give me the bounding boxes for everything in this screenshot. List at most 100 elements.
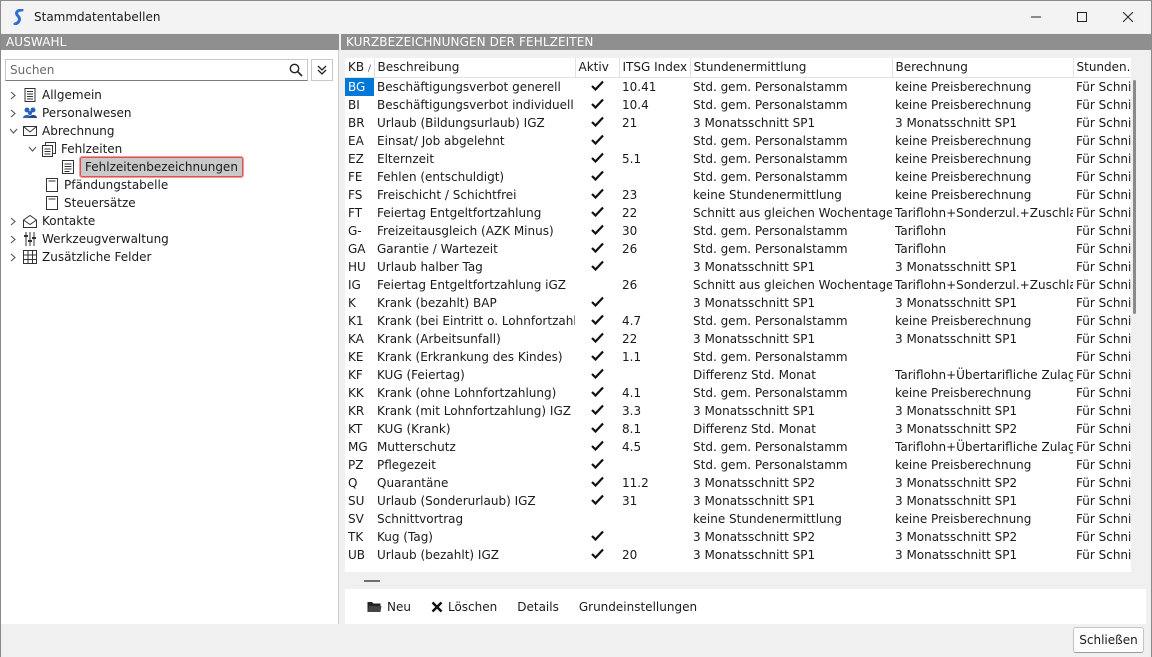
delete-button[interactable]: Löschen [431,596,497,618]
tree-item-personalwesen[interactable]: Personalwesen [7,104,131,122]
table-row[interactable]: K Krank (bezahlt) BAP 3 Monatsschnitt SP1 3… [345,294,1131,312]
cell-kb: UB [348,547,366,562]
chevron-down-icon[interactable] [26,140,38,158]
cell-stunden: Für Schnitt [1076,97,1131,112]
table-row[interactable]: FS Freischicht / Schichtfrei 23 keine Stund… [345,186,1131,204]
cell-berechnung: 3 Monatsschnitt SP1 [895,259,1018,274]
checkmark-icon [575,186,619,204]
cell-kb: IG [348,277,361,292]
tree-item-fehlzeitenbezeichnungen[interactable]: Fehlzeitenbezeichnungen [45,156,244,178]
column-header-aktiv[interactable]: Aktiv [575,58,620,78]
table-row[interactable]: KA Krank (Arbeitsunfall) 22 3 Monatsschnitt… [345,330,1131,348]
tree-item-allgemein[interactable]: Allgemein [7,86,102,104]
details-button[interactable]: Details [517,596,559,618]
table-row[interactable]: IG Feiertag Entgeltfortzahlung iGZ 26 Schni… [345,276,1131,294]
search-options-button[interactable] [311,59,333,81]
chevron-right-icon[interactable] [7,212,19,230]
checkmark-icon [575,330,619,348]
table-row[interactable]: KE Krank (Erkrankung des Kindes) 1.1 Std. g… [345,348,1131,366]
table-row[interactable]: KK Krank (ohne Lohnfortzahlung) 4.1 Std. ge… [345,384,1131,402]
cell-beschreibung: Einsat/ Job abgelehnt [377,133,505,148]
vertical-scrollbar[interactable] [1133,80,1136,314]
tree-label: Kontakte [42,214,96,228]
table-row[interactable]: UB Urlaub (bezahlt) IGZ 20 3 Monatsschnitt … [345,546,1131,564]
cell-itsg-index [619,510,690,528]
close-window-button[interactable] [1105,1,1151,33]
chevron-right-icon[interactable] [7,230,19,248]
table-row[interactable]: KF KUG (Feiertag) Differenz Std. Monat Tari… [345,366,1131,384]
cell-beschreibung: Pflegezeit [377,457,436,472]
tree-label: Zusätzliche Felder [42,250,152,264]
search-icon[interactable] [287,61,305,79]
table-row[interactable]: SV Schnittvortrag keine Stundenermittlung k… [345,510,1131,528]
chevron-right-icon[interactable] [7,86,19,104]
cell-berechnung: 3 Monatsschnitt SP1 [895,547,1018,562]
table-row[interactable]: G- Freizeitausgleich (AZK Minus) 30 Std. ge… [345,222,1131,240]
column-header-berechnung[interactable]: Berechnung [892,58,1074,78]
cell-itsg-index [619,132,690,150]
table-row[interactable]: PZ Pflegezeit Std. gem. Personalstamm keine… [345,456,1131,474]
new-button[interactable]: Neu [367,596,411,618]
tree-label: Werkzeugverwaltung [42,232,169,246]
table-row[interactable]: BI Beschäftigungsverbot individuell 10.4 St… [345,96,1131,114]
column-header-itsg-index[interactable]: ITSG Index [619,58,691,78]
table-row[interactable]: GA Garantie / Wartezeit 26 Std. gem. Person… [345,240,1131,258]
cell-stundenermittlung: Std. gem. Personalstamm [693,313,848,328]
cell-berechnung: 3 Monatsschnitt SP2 [895,529,1018,544]
search-input[interactable]: Suchen [6,63,287,77]
chevron-down-icon[interactable] [7,122,19,140]
column-header-stunden[interactable]: Stunden... [1073,58,1131,78]
table-row[interactable]: BR Urlaub (Bildungsurlaub) IGZ 21 3 Monatss… [345,114,1131,132]
tree-item-zusaetzliche-felder[interactable]: Zusätzliche Felder [7,248,151,266]
table-row[interactable]: KR Krank (mit Lohnfortzahlung) IGZ 3.3 3 Mo… [345,402,1131,420]
maximize-button[interactable] [1059,1,1105,33]
cell-stundenermittlung: 3 Monatsschnitt SP1 [693,259,816,274]
tree-item-pfaendungstabelle[interactable]: Pfändungstabelle [29,176,168,194]
horizontal-scrollbar[interactable] [364,580,380,582]
tree-item-werkzeugverwaltung[interactable]: Werkzeugverwaltung [7,230,169,248]
cell-berechnung: keine Preisberechnung [895,97,1032,112]
cell-aktiv [575,204,619,222]
cell-berechnung: keine Preisberechnung [895,187,1032,202]
cell-aktiv [575,510,619,528]
cell-berechnung: 3 Monatsschnitt SP1 [895,493,1018,508]
table-row[interactable]: EA Einsat/ Job abgelehnt Std. gem. Persona… [345,132,1131,150]
tree-item-fehlzeiten[interactable]: Fehlzeiten [26,140,122,158]
cell-itsg-index: 8.1 [622,421,642,436]
chevron-right-icon[interactable] [7,248,19,266]
sliders-icon [22,231,38,247]
table-row[interactable]: FE Fehlen (entschuldigt) Std. gem. Persona… [345,168,1131,186]
tree-item-kontakte[interactable]: Kontakte [7,212,95,230]
table-row[interactable]: BG Beschäftigungsverbot generell 10.41 Std.… [345,77,1131,96]
minimize-button[interactable] [1013,1,1059,33]
column-header-kb[interactable]: KB / [345,58,375,78]
settings-button[interactable]: Grundeinstellungen [579,596,697,618]
checkmark-icon [575,258,619,276]
column-label: KB [348,60,365,75]
chevron-right-icon[interactable] [7,104,19,122]
checkmark-icon [575,312,619,330]
cell-aktiv [575,474,619,492]
cell-stunden: Für Schnitt [1076,529,1131,544]
right-panel-header: KURZBEZEICHNUNGEN DER FEHLZEITEN [341,34,1151,50]
tree-item-steuersaetze[interactable]: Steuersätze [29,194,136,212]
tree-item-abrechnung[interactable]: Abrechnung [7,122,115,140]
delete-button-label: Löschen [447,599,498,614]
table-row[interactable]: EZ Elternzeit 5.1 Std. gem. Personalstamm ke… [345,150,1131,168]
table-row[interactable]: MG Mutterschutz 4.5 Std. gem. Personalstamm… [345,438,1131,456]
table-row[interactable]: SU Urlaub (Sonderurlaub) IGZ 31 3 Monatssch… [345,492,1131,510]
table-row[interactable]: TK Kug (Tag) 3 Monatsschnitt SP2 3 Monatssc… [345,528,1131,546]
table-row[interactable]: Q Quarantäne 11.2 3 Monatsschnitt SP2 3 Mona… [345,474,1131,492]
table-row[interactable]: KT KUG (Krank) 8.1 Differenz Std. Monat 3 Mo… [345,420,1131,438]
cell-beschreibung: Elternzeit [377,151,435,166]
table-row[interactable]: FT Feiertag Entgeltfortzahlung 22 Schnitt a… [345,204,1131,222]
search-field[interactable]: Suchen [5,59,308,81]
cell-itsg-index: 11.2 [622,475,649,490]
column-header-stundenermittlung[interactable]: Stundenermittlung [690,58,893,78]
table-row[interactable]: K1 Krank (bei Eintritt o. Lohnfortzahlung… [345,312,1131,330]
table-row[interactable]: HU Urlaub halber Tag 3 Monatsschnitt SP1 3 … [345,258,1131,276]
cell-stunden: Für Schnitt [1076,547,1131,562]
cell-stundenermittlung: Std. gem. Personalstamm [693,241,848,256]
column-header-beschreibung[interactable]: Beschreibung [374,58,576,78]
close-button[interactable]: Schließen [1073,627,1144,653]
